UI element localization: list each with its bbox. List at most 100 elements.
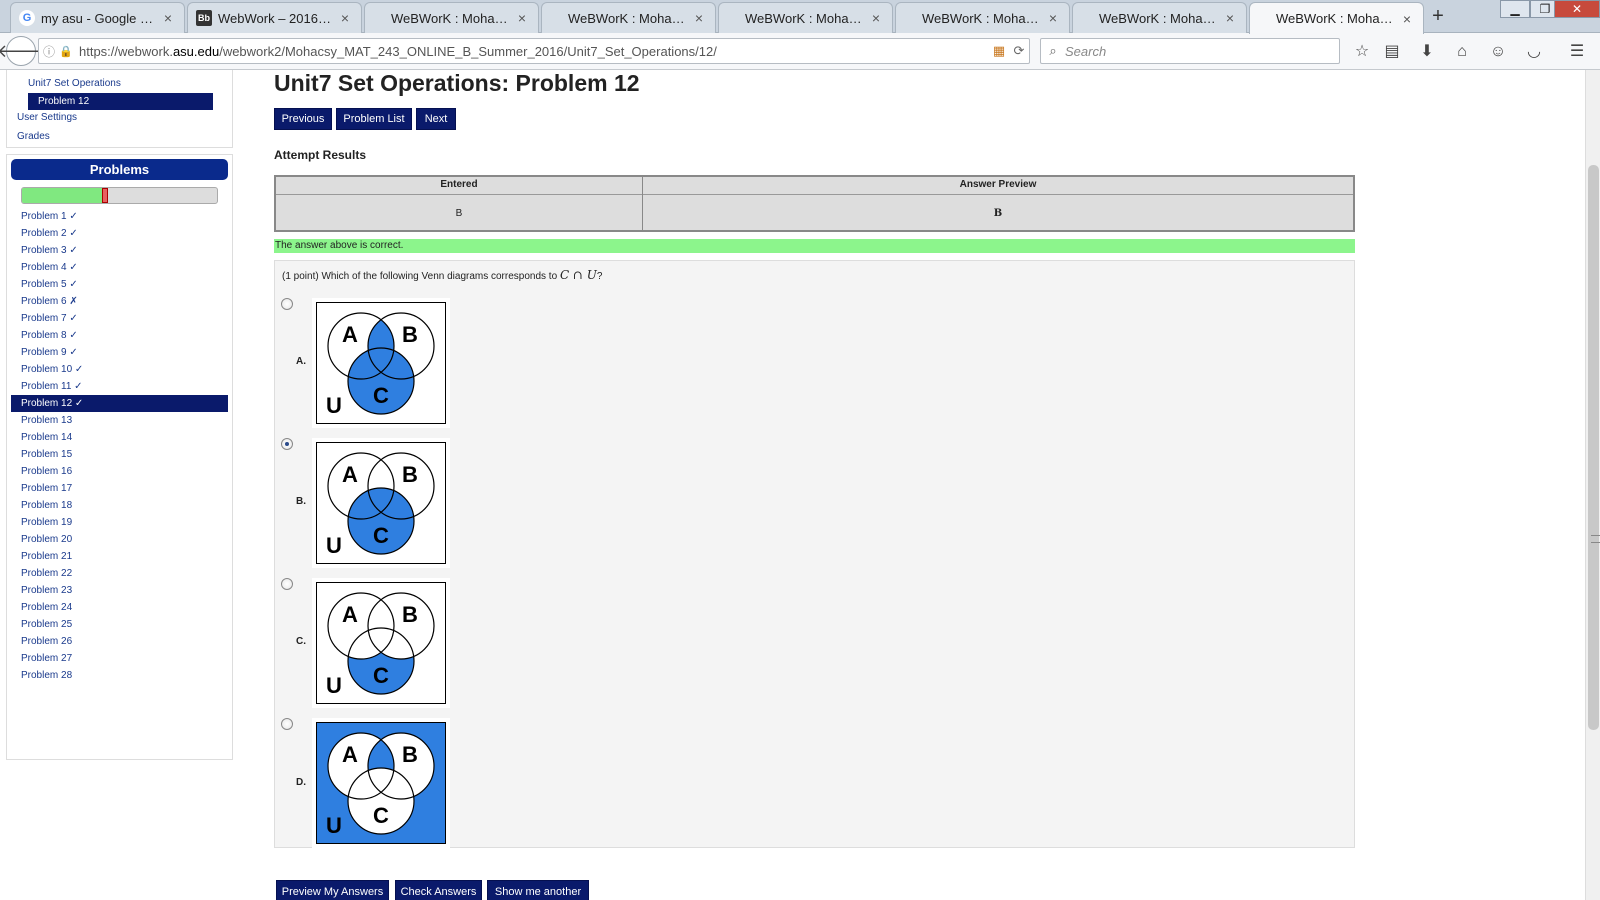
close-tab-icon[interactable]: × <box>337 10 353 26</box>
close-tab-icon[interactable]: × <box>1399 11 1415 27</box>
sidebar-problem-13[interactable]: Problem 13 <box>11 412 228 429</box>
sidebar-problem-10[interactable]: Problem 10 ✓ <box>11 361 228 378</box>
browser-tab-4[interactable]: WeBWorK : Mohacs... × <box>541 2 716 33</box>
browser-tab-1[interactable]: G my asu - Google Sea... × <box>10 2 185 33</box>
browser-tab-2[interactable]: Bb WebWork – 2016Su... × <box>187 2 362 33</box>
google-favicon-icon: G <box>19 10 35 26</box>
next-button[interactable]: Next <box>416 108 456 130</box>
menu-icon[interactable]: ☰ <box>1565 41 1589 63</box>
sidebar-problem-6[interactable]: Problem 6 ✗ <box>11 293 228 310</box>
browser-tab-7[interactable]: WeBWorK : Mohacs... × <box>1072 2 1247 33</box>
venn-diagram-c[interactable]: A B C U <box>316 582 446 704</box>
option-b-radio[interactable] <box>281 438 293 450</box>
tab-label: WebWork – 2016Su... <box>218 10 337 26</box>
home-icon[interactable]: ⌂ <box>1450 41 1474 63</box>
browser-tab-3[interactable]: WeBWorK : Mohacs... × <box>364 2 539 33</box>
venn-diagram-a[interactable]: A B C U <box>316 302 446 424</box>
sidebar-problem-21[interactable]: Problem 21 <box>11 548 228 565</box>
answer-preview-header: Answer Preview <box>643 177 1353 195</box>
sidebar-problem-16[interactable]: Problem 16 <box>11 463 228 480</box>
chat-icon[interactable]: ☺ <box>1486 41 1510 63</box>
question-suffix: ? <box>596 271 603 282</box>
search-input[interactable]: ⌕ Search <box>1040 38 1340 64</box>
sidebar-problem-28[interactable]: Problem 28 <box>11 667 228 684</box>
window-close-icon[interactable]: ✕ <box>1554 0 1600 18</box>
option-a-label: A. <box>296 356 306 367</box>
bookmarks-list-icon[interactable]: ▤ <box>1380 41 1404 63</box>
sidebar-problem-8[interactable]: Problem 8 ✓ <box>11 327 228 344</box>
option-a-radio[interactable] <box>281 298 293 310</box>
progress-bar <box>21 187 218 204</box>
minimize-icon[interactable]: ▁ <box>1500 0 1530 18</box>
sidebar-problem-27[interactable]: Problem 27 <box>11 650 228 667</box>
entered-header: Entered <box>276 177 642 195</box>
sidebar-problem-12[interactable]: Problem 12 ✓ <box>11 395 228 412</box>
bookmark-star-icon[interactable]: ☆ <box>1350 41 1374 63</box>
venn-diagram-d[interactable]: A B C U <box>316 722 446 844</box>
attempt-results-heading: Attempt Results <box>274 148 367 162</box>
address-bar[interactable]: ⓘ 🔒 https://webwork.asu.edu/webwork2/Moh… <box>38 38 1030 64</box>
sidebar-problem-22[interactable]: Problem 22 <box>11 565 228 582</box>
label-b: B <box>402 462 418 487</box>
url-text[interactable]: https://webwork.asu.edu/webwork2/Mohacsy… <box>79 44 989 59</box>
sidebar-problem-7[interactable]: Problem 7 ✓ <box>11 310 228 327</box>
sidebar-problem-9[interactable]: Problem 9 ✓ <box>11 344 228 361</box>
label-a: A <box>342 742 358 767</box>
sidebar-problem-19[interactable]: Problem 19 <box>11 514 228 531</box>
preview-answers-button[interactable]: Preview My Answers <box>276 880 389 900</box>
option-d-radio[interactable] <box>281 718 293 730</box>
sidebar-problem-23[interactable]: Problem 23 <box>11 582 228 599</box>
user-settings-link[interactable]: User Settings <box>17 112 77 123</box>
sidebar-problem-2[interactable]: Problem 2 ✓ <box>11 225 228 242</box>
grades-link[interactable]: Grades <box>17 131 50 142</box>
sidebar-problem-5[interactable]: Problem 5 ✓ <box>11 276 228 293</box>
new-tab-icon[interactable]: + <box>1425 4 1451 30</box>
sidebar-problem-20[interactable]: Problem 20 <box>11 531 228 548</box>
previous-button[interactable]: Previous <box>274 108 332 130</box>
sidebar-problem-25[interactable]: Problem 25 <box>11 616 228 633</box>
sidebar-problem-11[interactable]: Problem 11 ✓ <box>11 378 228 395</box>
close-tab-icon[interactable]: × <box>514 10 530 26</box>
correct-message: The answer above is correct. <box>274 239 1355 253</box>
sidebar-problem-26[interactable]: Problem 26 <box>11 633 228 650</box>
close-tab-icon[interactable]: × <box>1222 10 1238 26</box>
download-icon[interactable]: ⬇ <box>1415 41 1439 63</box>
close-tab-icon[interactable]: × <box>691 10 707 26</box>
current-problem-link[interactable]: Problem 12 <box>28 93 213 110</box>
sidebar-problem-15[interactable]: Problem 15 <box>11 446 228 463</box>
close-tab-icon[interactable]: × <box>868 10 884 26</box>
sidebar-problem-14[interactable]: Problem 14 <box>11 429 228 446</box>
set-link[interactable]: Unit7 Set Operations <box>28 78 121 89</box>
progress-incorrect-marker <box>101 188 108 203</box>
close-tab-icon[interactable]: × <box>160 10 176 26</box>
pocket-icon[interactable]: ◡ <box>1522 41 1546 63</box>
check-answers-button[interactable]: Check Answers <box>395 880 482 900</box>
venn-diagram-b[interactable]: A B C U <box>316 442 446 564</box>
answer-preview-value: B <box>993 208 1003 219</box>
sidebar-problem-18[interactable]: Problem 18 <box>11 497 228 514</box>
scrollbar-grip-icon <box>1591 535 1600 543</box>
label-a: A <box>342 462 358 487</box>
browser-tab-active[interactable]: WeBWorK : Mohacs... × <box>1249 2 1424 34</box>
sidebar-problem-24[interactable]: Problem 24 <box>11 599 228 616</box>
extension-icon[interactable]: ▦ <box>989 43 1009 59</box>
info-icon[interactable]: ⓘ <box>39 43 59 60</box>
sidebar-problem-1[interactable]: Problem 1 ✓ <box>11 208 228 225</box>
problem-list-button[interactable]: Problem List <box>336 108 412 130</box>
sidebar-problem-3[interactable]: Problem 3 ✓ <box>11 242 228 259</box>
problem-list: Problem 1 ✓ Problem 2 ✓ Problem 3 ✓ Problem… <box>11 208 228 684</box>
reload-icon[interactable]: ⟳ <box>1009 43 1029 59</box>
browser-tab-6[interactable]: WeBWorK : Mohacs... × <box>895 2 1070 33</box>
label-u: U <box>326 813 342 838</box>
sidebar-problem-17[interactable]: Problem 17 <box>11 480 228 497</box>
scrollbar-thumb[interactable] <box>1588 165 1600 730</box>
sidebar-problem-4[interactable]: Problem 4 ✓ <box>11 259 228 276</box>
problems-panel: Problems Problem 1 ✓ Problem 2 ✓ Problem 3… <box>6 154 233 760</box>
close-tab-icon[interactable]: × <box>1045 10 1061 26</box>
show-another-button[interactable]: Show me another <box>487 880 589 900</box>
back-arrow-icon[interactable]: 🡐 <box>0 36 45 66</box>
browser-tab-5[interactable]: WeBWorK : Mohacs... × <box>718 2 893 33</box>
question-math: C ∩ U <box>559 268 597 282</box>
vertical-scrollbar[interactable] <box>1585 70 1600 900</box>
option-c-radio[interactable] <box>281 578 293 590</box>
